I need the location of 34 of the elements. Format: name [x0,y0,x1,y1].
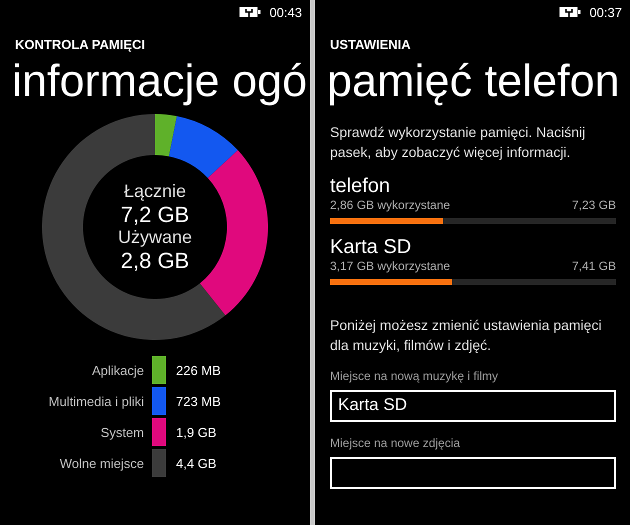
used-value: 2,8 GB [120,248,190,274]
field-label: Miejsce na nową muzykę i filmy [330,369,500,384]
total-text: 7,23 GB [572,198,616,212]
legend-label: Wolne miejsce [58,456,144,470]
app-title: USTAWIENIA [330,37,412,52]
storage-name: telefon [330,174,392,198]
legend-label: Aplikacje [90,362,144,378]
app-title: KONTROLA PAMIĘCI [15,37,146,52]
legend-label: Multimedia i pliki [48,394,144,408]
legend-value: 723 MB [176,394,222,408]
status-time: 00:43 [269,4,302,20]
intro-text: Sprawdź wykorzystanie pamięci. Naciśnij pasek, aby zobaczyć więcej informacji. [330,123,586,162]
storage-bar[interactable] [330,278,616,285]
total-label: Łącznie [124,180,186,202]
legend-value: 1,9 GB [176,424,218,440]
status-time: 00:37 [589,4,622,20]
select-field[interactable] [330,457,616,490]
field-label: Miejsce na nowe zdjęcia [330,436,462,450]
storage-bar[interactable] [330,218,616,224]
legend-value: 226 MB [176,362,222,378]
battery-charging-icon [239,6,262,18]
legend-value: 4,4 GB [176,456,218,470]
total-text: 7,41 GB [572,258,616,273]
settings-text: Poniżej możesz zmienić ustawienia pamięci dla muzyki, filmów i zdjęć. [330,316,603,355]
used-text: 2,86 GB wykorzystane [330,198,450,212]
storage-name: Karta SD [330,236,412,259]
battery-charging-icon [559,6,582,18]
legend-label: System [100,424,144,440]
used-label: Używane [118,227,192,248]
page-title: informacje ogó [12,54,308,108]
total-value: 7,2 GB [120,202,190,227]
select-field[interactable]: Karta SD [330,390,616,422]
used-text: 3,17 GB wykorzystane [330,258,450,273]
page-title: pamięć telefon [327,54,621,108]
